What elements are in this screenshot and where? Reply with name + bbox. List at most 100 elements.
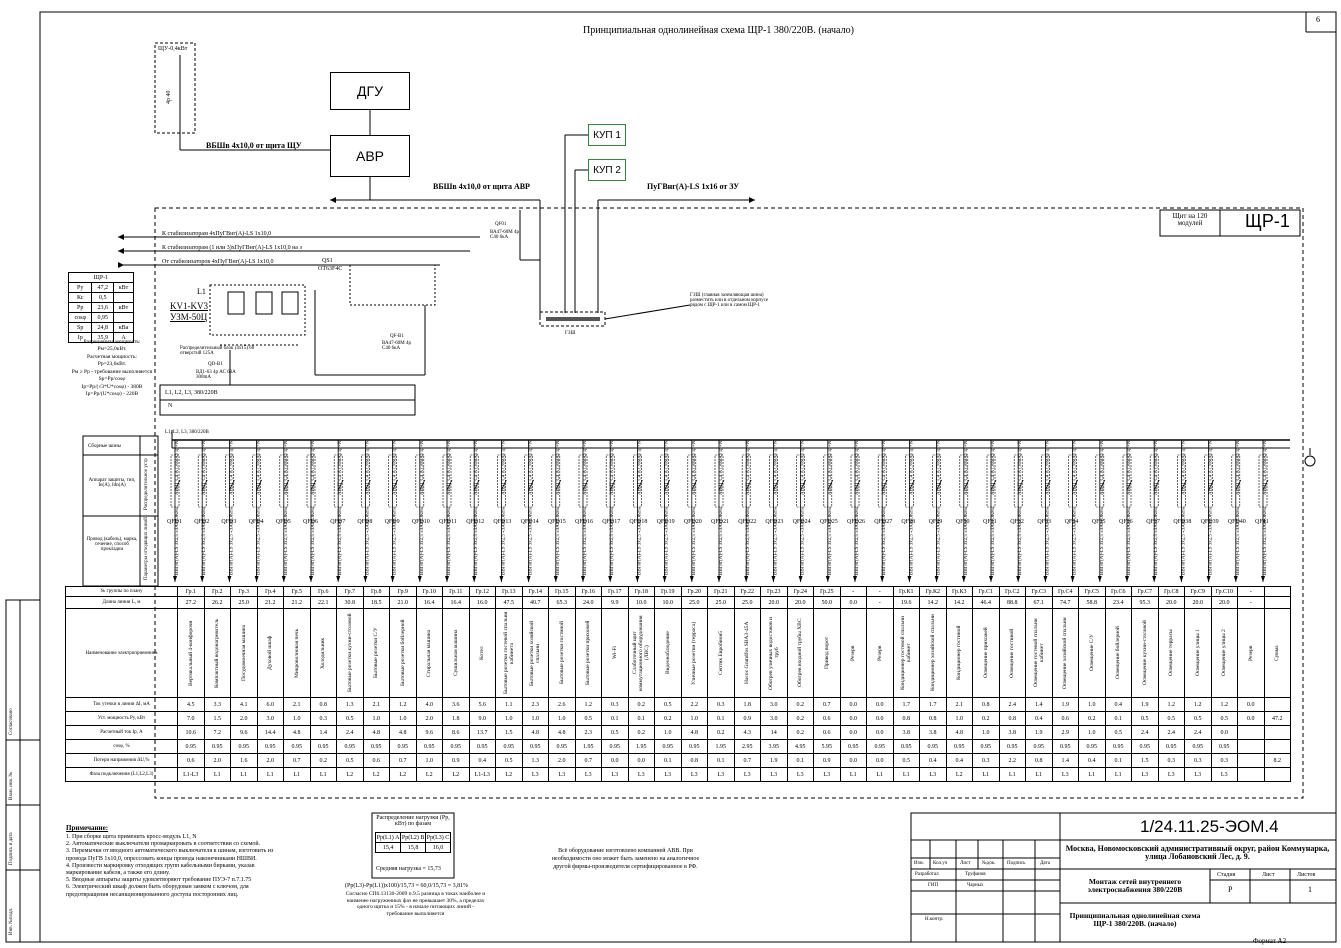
feeder-cell-leak: 1.4 <box>1025 697 1053 712</box>
qd-type: ВД1-63 4р АС 63А 300mA <box>196 370 236 380</box>
feeder-name-text: Насос Grundfos SBA3-45A <box>744 621 751 685</box>
feeder-cell-p: 2.0 <box>415 711 443 726</box>
feeder-cell-gr: Гр.2 <box>203 586 231 597</box>
feeder-arrow <box>417 576 422 582</box>
feeder-cell-p: 1.0 <box>945 711 973 726</box>
stamp-sheets-h: Листов <box>1297 872 1316 878</box>
stamp-col-1: Изм. <box>914 861 924 866</box>
feeder-name-text: Стиральная машина <box>426 629 433 677</box>
qf-b-label: QF-B1 <box>390 334 404 339</box>
apparatus-label: АВДТ С4 А (30мА) 1р+N <box>610 440 615 495</box>
qf-in: QF01 <box>495 222 507 227</box>
feeder-cell-leak: 2.6 <box>548 697 576 712</box>
feeder-cell-cos: 2.95 <box>733 739 761 754</box>
feeder-arrow <box>662 576 667 582</box>
feeder-cell-du: 1.5 <box>1131 753 1159 768</box>
feeder-cell-ph <box>1237 767 1265 782</box>
cable-label: ВВГнг(А)-LS 3х2,5 «ЗАМОКН» <box>610 506 615 575</box>
feeder-cell-p: 0.8 <box>919 711 947 726</box>
feeder-cell-ph: L3 <box>548 767 576 782</box>
cable-label: ВВГнг(А)-LS 3х2,5 «ЗАМОКН» <box>474 506 479 575</box>
feeder-cell-leak: 0.0 <box>1237 697 1265 712</box>
dgu-label: ДГУ <box>357 83 383 99</box>
feeder-cell-cos: 0.95 <box>548 739 576 754</box>
feeder-cell-cos: 0.95 <box>1051 739 1079 754</box>
feeder-arrow <box>989 576 993 582</box>
feeder-cell-name: Кондиционер хозяйской спальни <box>919 608 947 698</box>
feeder-cell-i: 4.8 <box>680 725 708 740</box>
loads-row: cosφ 0,95 <box>67 312 134 323</box>
feeder-cell-name: Освещение бойлерной <box>1104 608 1132 698</box>
feeder-cell-i: 1.0 <box>654 725 682 740</box>
apparatus-label: АВДТ С4 А (30мА) 1р+N <box>257 440 262 495</box>
feeder-cell-i: 0.2 <box>627 725 655 740</box>
apparatus-label: АВДТ С4 А (30мА) 1р+N <box>665 440 670 495</box>
loads-cell-u <box>113 292 134 303</box>
feeder-cell-gr: Гр.11 <box>442 586 470 597</box>
cable-label: ВВГнг(А)-LS 3х2,5 «ЗАМОКН» <box>909 506 914 575</box>
feeder-cell-du: 0.9 <box>813 753 841 768</box>
feeder-cell-i: 4.8 <box>389 725 417 740</box>
loads-cell-v: 47,2 <box>91 282 115 293</box>
feeder-cell-name: Резерв <box>866 608 894 698</box>
feeder-name-text: Освещение гостиной <box>1009 628 1016 678</box>
feeder-cell-ph: L3 <box>1210 767 1238 782</box>
feeder-cell-i: 9.6 <box>415 725 443 740</box>
feeder-name-text: Обогрев уличных водостоков и труб <box>767 616 780 690</box>
feeder-cell-cos: 0.95 <box>495 739 523 754</box>
qs1-label: QS1 <box>322 258 333 264</box>
feeder-arrow <box>227 576 232 582</box>
busbar2-label: L1, L2, L3, 380/220В <box>165 430 209 435</box>
feeder-cell-cos: 0.95 <box>442 739 470 754</box>
loads-note: Рм ≥ Рр - требование выполняется <box>71 368 153 375</box>
sheet-number: 6 <box>1316 15 1320 24</box>
stab-line-3: От стабилизаторов 4хПуГВнг(А)-LS 1х10,0 <box>162 259 274 265</box>
cable-label: ВВГнг(А)-LS 3х2,5 «ЗАМОКН» <box>365 506 370 575</box>
feeder-table: № группы по плану Гр.1 Гр.2 Гр.3 Гр.4 Гр.5 Гр.… <box>65 586 1291 782</box>
feeder-cell-p: 0.1 <box>707 711 735 726</box>
feeder-name-text: Слаботочный щит коммутационного оборудов… <box>632 615 651 691</box>
feeder-cell-du: 1.0 <box>415 753 443 768</box>
feeder-arrow <box>1125 576 1129 582</box>
feeder-cell-ph: L2 <box>415 767 443 782</box>
feeder-cell-leak: 3.3 <box>203 697 231 712</box>
n-label: N <box>168 403 173 409</box>
kv-type: УЗМ-50Ц <box>170 312 208 322</box>
stamp-col-5: Подпись <box>1007 861 1026 866</box>
feeder-cell-len: 10.0 <box>627 596 655 609</box>
feeder-cell-gr: Гр.16 <box>574 586 602 597</box>
stamp-stage-h: Стадия <box>1217 872 1236 878</box>
cable-from-zu: ПуГВнг(А)-LS 1х16 от ЗУ <box>647 182 740 191</box>
feeder-cell-p: 2.0 <box>230 711 258 726</box>
apparatus-label: АВДТ С4 А (30мА) 1р+N <box>1127 440 1132 495</box>
feeder-cell-du: 0.8 <box>680 753 708 768</box>
feeder-cell-cos: 0.95 <box>1078 739 1106 754</box>
feeder-cell-p: 0.0 <box>866 711 894 726</box>
apparatus-label: АВДТ С4 А (30мА) 1р+N <box>420 440 425 495</box>
avr-block: АВР <box>330 135 410 177</box>
feeder-cell-leak: 0.3 <box>601 697 629 712</box>
feeder-cell-name: Стиральная машина <box>415 608 443 698</box>
feeder-cell-gr <box>1263 586 1291 597</box>
feeder-cell-len: 20.0 <box>1157 596 1185 609</box>
feeder-cell-leak: 4.0 <box>415 697 443 712</box>
feeder-cell-ph: L2 <box>362 767 390 782</box>
feeder-cell-ph: L3 <box>733 767 761 782</box>
feeder-name-text: Сумма <box>1274 645 1281 661</box>
feeder-arrow <box>281 576 286 582</box>
feeder-arrow <box>173 576 177 582</box>
feeder-cell-leak: 3.0 <box>760 697 788 712</box>
left-stamp-2: Взам. инв. № <box>9 771 14 800</box>
feeder-cell-cos: 0.95 <box>1025 739 1053 754</box>
loads-note: Sр=Рр/cosφ <box>98 376 126 383</box>
feeder-table-row-label: Расчетный ток Iр, А <box>65 725 178 740</box>
feeder-cell-du: 0.6 <box>177 753 205 768</box>
feeder-cell-name: Освещение гостиной <box>998 608 1026 698</box>
feeder-cell-name: Видеонаблюдение <box>654 608 682 698</box>
feeder-cell-i: 0.2 <box>707 725 735 740</box>
feeder-cell-ph: L1-L3 <box>177 767 205 782</box>
feeder-cell-ph: L3 <box>707 767 735 782</box>
apparatus-label: АВДТ С4 А (30мА) 1р+N <box>1018 440 1023 495</box>
feeder-cell-gr: Гр.С6 <box>1104 586 1132 597</box>
feeder-cell-ph: L2 <box>389 767 417 782</box>
